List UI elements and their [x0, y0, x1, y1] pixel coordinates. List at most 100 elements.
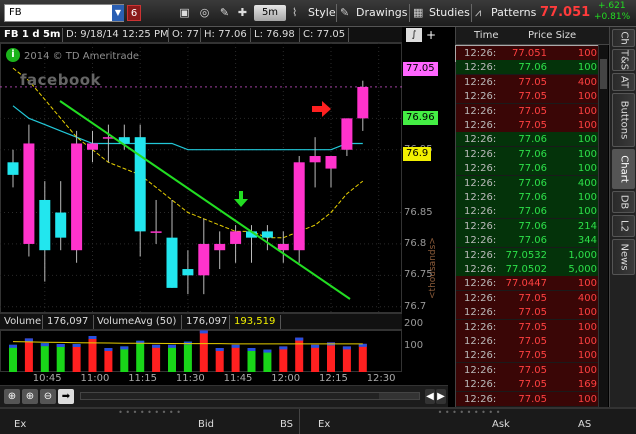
chart-bottom-toolbar: ⊕ ⊕ ⊖ ➡ ◀ ▶ — [0, 385, 448, 407]
pan-right-icon[interactable]: ➡ — [58, 389, 74, 404]
time-sales-row[interactable]: 12:26: 77.05 100 — [456, 334, 599, 349]
trade-time: 12:26: — [464, 292, 497, 304]
ma-fast-badge: 76.9 — [403, 147, 432, 161]
scroll-right-icon[interactable]: ▶ — [436, 389, 446, 404]
volume-chart[interactable] — [0, 330, 402, 372]
time-sales-row[interactable]: 12:26: 77.0447 100 — [456, 276, 599, 292]
zoom-in-icon[interactable]: ⊕ — [4, 389, 20, 404]
studies-button[interactable]: ▦ Studies — [413, 4, 470, 22]
bid-exchange-header[interactable]: Ex — [14, 419, 26, 430]
volume-label: Volume — [4, 316, 42, 327]
trade-size: 100 — [577, 393, 597, 405]
red-arrow-drawing[interactable] — [312, 101, 331, 117]
scroll-left-icon[interactable]: ◀ — [425, 389, 435, 404]
side-tab-chart[interactable]: Chart — [612, 149, 635, 189]
time-sales-row[interactable]: 12:26: 77.05 400 — [456, 290, 599, 306]
trade-size: 100 — [577, 134, 597, 146]
time-sales-row[interactable]: 12:26: 77.05 100 — [456, 305, 599, 321]
refresh-icon[interactable]: ◎ — [196, 5, 213, 21]
zoom-fit-icon[interactable]: ⊕ — [22, 389, 38, 404]
volume-bar — [263, 349, 272, 372]
time-sales-row[interactable]: 12:26: 77.06 100 — [456, 161, 599, 177]
time-sales-row[interactable]: 12:26: 77.05 100 — [456, 103, 599, 119]
resize-grip[interactable]: • • • • • • • • • — [302, 409, 636, 417]
volume-bar-cap — [311, 344, 320, 348]
side-tab-t-s[interactable]: T&S — [612, 49, 635, 71]
trade-price: 77.06 — [518, 192, 547, 203]
style-button[interactable]: ⌇ Style — [292, 4, 336, 22]
chart-settings-icon[interactable]: ▣ — [176, 5, 193, 21]
expand-icon[interactable]: + — [426, 28, 439, 42]
time-sales-row[interactable]: 12:26: 77.06 344 — [456, 233, 599, 249]
ask-exchange-header[interactable]: Ex — [318, 419, 330, 430]
down-candle — [182, 269, 194, 276]
trade-size: 400 — [577, 76, 597, 88]
time-sales-row[interactable]: 12:26: 77.051 100 — [455, 45, 600, 62]
time-sales-row[interactable]: 12:26: 77.05 169 — [456, 377, 599, 393]
volume-bar-cap — [295, 337, 304, 341]
time-sales-row[interactable]: 12:26: 77.0532 1,000 — [456, 247, 599, 263]
time-sales-row[interactable]: 12:26: 77.05 100 — [456, 348, 599, 364]
ask-header[interactable]: Ask — [492, 419, 510, 430]
patterns-button[interactable]: ⩘ Patterns — [475, 4, 536, 22]
time-sales-row[interactable]: 12:26: 77.06 100 — [456, 132, 599, 148]
bid-size-header[interactable]: BS — [280, 419, 293, 430]
side-tab-buttons[interactable]: Buttons — [612, 93, 635, 147]
time-sales-row[interactable]: 12:26: 77.05 100 — [456, 118, 599, 133]
down-candle — [261, 231, 273, 238]
time-sales-row[interactable]: 12:26: 77.06 100 — [456, 204, 599, 220]
symbol-dropdown-arrow[interactable]: ▼ — [112, 5, 124, 21]
horizontal-scrollbar[interactable] — [80, 392, 420, 400]
side-tab-news[interactable]: News — [612, 239, 635, 275]
trade-time: 12:26: — [464, 105, 497, 117]
scrollbar-thumb[interactable] — [600, 59, 607, 89]
bid-header[interactable]: Bid — [198, 419, 214, 430]
drawings-button[interactable]: ✎ Drawings — [340, 4, 407, 22]
time-sales-row[interactable]: 12:26: 77.05 100 — [456, 391, 599, 407]
time-sales-row[interactable]: 12:26: 77.05 100 — [456, 362, 599, 378]
side-tab-ch[interactable]: Ch — [612, 29, 635, 47]
time-sales-row[interactable]: 12:26: 77.06 100 — [456, 146, 599, 162]
trade-size: 100 — [577, 206, 597, 218]
time-sales-row[interactable]: 12:26: 77.06 100 — [456, 60, 599, 76]
ask-size-header[interactable]: AS — [578, 419, 591, 430]
trade-price: 77.06 — [518, 134, 547, 146]
volume-bar — [136, 340, 145, 372]
chart-style-icon[interactable]: ∫ — [406, 28, 422, 42]
resize-grip[interactable]: • • • • • • • • • — [0, 409, 299, 417]
trade-time: 12:26: — [464, 321, 497, 333]
time-sales-row[interactable]: 12:26: 77.06 400 — [456, 175, 599, 191]
zoom-out-icon[interactable]: ⊖ — [40, 389, 56, 404]
price-size-column-header[interactable]: Price Size — [528, 27, 576, 45]
volume-bar-cap — [24, 338, 33, 342]
bid-section: • • • • • • • • • Ex Bid BS — [0, 409, 300, 434]
time-sales-row[interactable]: 12:26: 77.05 400 — [456, 74, 599, 90]
link-group-badge[interactable]: 6 — [127, 5, 141, 21]
time-sales-scrollbar[interactable] — [598, 45, 608, 407]
up-candle — [357, 86, 369, 119]
time-sales-row[interactable]: 12:26: 77.0502 5,000 — [456, 262, 599, 277]
time-sales-row[interactable]: 12:26: 77.06 214 — [456, 218, 599, 234]
drawing-tools-icon[interactable]: ✎ — [216, 5, 233, 21]
chart-open: O: 77 — [172, 29, 199, 40]
side-tab-at[interactable]: AT — [612, 73, 635, 91]
info-icon[interactable]: i — [6, 48, 20, 62]
trade-size: 100 — [577, 163, 597, 175]
down-candle — [7, 162, 19, 175]
timeframe-button[interactable]: 5m — [254, 5, 286, 21]
scrollbar-thumb[interactable] — [379, 393, 419, 399]
symbol-input[interactable]: FB — [4, 4, 124, 22]
trade-price: 77.05 — [518, 307, 547, 319]
time-sales-row[interactable]: 12:26: 77.05 100 — [456, 89, 599, 105]
green-arrow-drawing[interactable] — [234, 191, 248, 207]
side-tab-l2[interactable]: L2 — [612, 215, 635, 237]
time-sales-row[interactable]: 12:26: 77.06 100 — [456, 190, 599, 205]
volume-avg-value: 176,097 — [186, 316, 228, 327]
up-candle — [198, 243, 210, 276]
time-sales-row[interactable]: 12:26: 77.05 100 — [456, 319, 599, 335]
side-tab-db[interactable]: DB — [612, 191, 635, 213]
volume-bar-cap — [247, 348, 256, 351]
time-axis-label: 11:15 — [128, 373, 158, 384]
time-column-header[interactable]: Time — [474, 27, 498, 45]
wrench-icon[interactable]: ✚ — [234, 5, 251, 21]
